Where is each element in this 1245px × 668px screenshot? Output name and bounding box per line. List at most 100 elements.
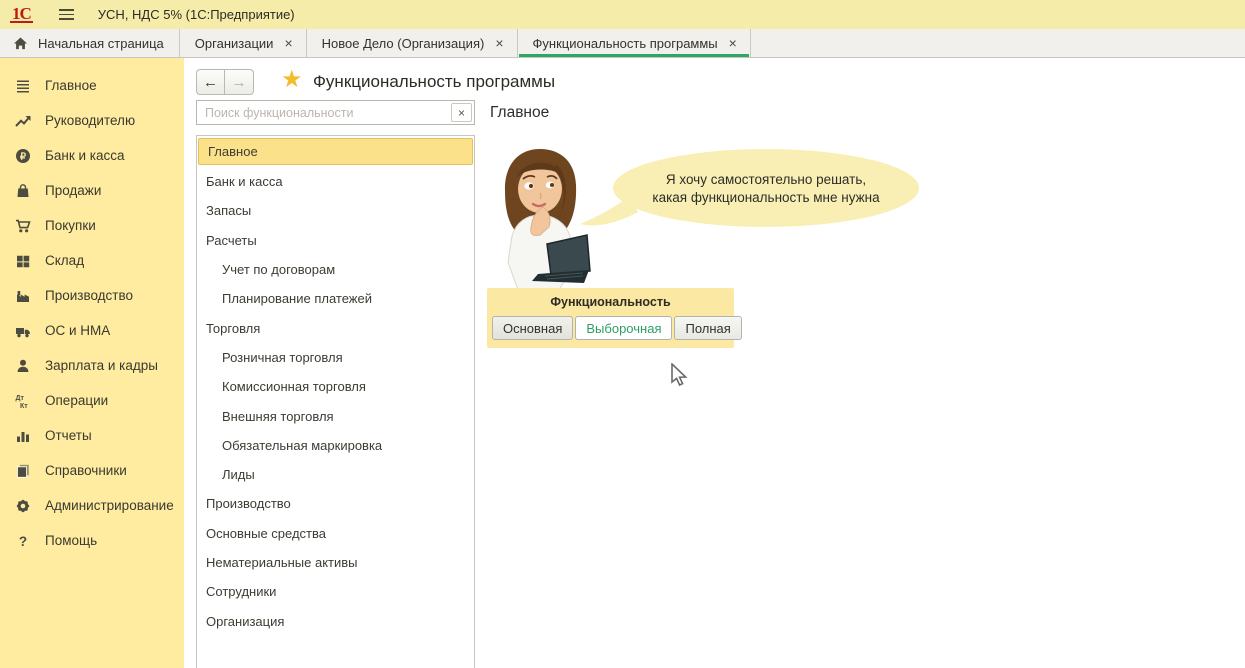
boxes-icon: [13, 253, 32, 269]
1c-logo-icon: 1С: [10, 6, 33, 23]
sidebar-item-directories[interactable]: Справочники: [0, 453, 184, 488]
section-item[interactable]: Расчеты: [197, 226, 474, 255]
section-item-label: Расчеты: [206, 233, 257, 248]
question-icon: ?: [13, 533, 32, 549]
functionality-selective-button[interactable]: Выборочная: [575, 316, 672, 340]
section-item[interactable]: Сотрудники: [197, 577, 474, 606]
functionality-panel-title: Функциональность: [492, 295, 729, 309]
functionality-full-button[interactable]: Полная: [674, 316, 741, 340]
section-item[interactable]: Розничная торговля: [197, 343, 474, 372]
close-icon[interactable]: ×: [495, 36, 503, 50]
menu-icon: [13, 78, 32, 94]
factory-icon: [13, 288, 32, 304]
sidebar-item-main[interactable]: Главное: [0, 68, 184, 103]
svg-text:Дт: Дт: [15, 395, 24, 402]
section-item[interactable]: Запасы: [197, 196, 474, 225]
section-item-label: Нематериальные активы: [206, 555, 358, 570]
app-window: 1С УСН, НДС 5% (1С:Предприятие) Начальна…: [0, 0, 1245, 668]
search-box: ×: [196, 100, 475, 125]
section-item[interactable]: Основные средства: [197, 519, 474, 548]
svg-text:Кт: Кт: [20, 403, 28, 409]
tab-program-functionality[interactable]: Функциональность программы ×: [518, 29, 751, 57]
sidebar-item-manager[interactable]: Руководителю: [0, 103, 184, 138]
svg-text:какая функциональность мне нуж: какая функциональность мне нужна: [652, 190, 880, 205]
functionality-basic-button[interactable]: Основная: [492, 316, 573, 340]
svg-text:Я хочу самостоятельно решать,: Я хочу самостоятельно решать,: [666, 172, 866, 187]
section-item[interactable]: Лиды: [197, 460, 474, 489]
section-item[interactable]: Нематериальные активы: [197, 548, 474, 577]
section-item[interactable]: Внешняя торговля: [197, 401, 474, 430]
section-item-label: Комиссионная торговля: [222, 379, 366, 394]
functionality-options: Основная Выборочная Полная: [492, 316, 729, 340]
section-item[interactable]: Торговля: [197, 313, 474, 342]
sidebar-item-fixed-assets[interactable]: ОС и НМА: [0, 313, 184, 348]
sidebar-item-production[interactable]: Производство: [0, 278, 184, 313]
sidebar-item-label: Справочники: [45, 463, 127, 478]
sidebar-item-administration[interactable]: Администрирование: [0, 488, 184, 523]
back-button[interactable]: ←: [196, 69, 225, 95]
tab-home[interactable]: Начальная страница: [0, 29, 180, 57]
truck-icon: [13, 323, 32, 339]
close-icon[interactable]: ×: [729, 36, 737, 50]
history-nav: ← →: [196, 69, 254, 95]
sidebar-item-label: Руководителю: [45, 113, 135, 128]
section-item[interactable]: Обязательная маркировка: [197, 431, 474, 460]
dtkt-icon: ДтКт: [13, 393, 32, 409]
trend-icon: [13, 113, 32, 129]
forward-button[interactable]: →: [225, 69, 254, 95]
close-icon[interactable]: ×: [284, 36, 292, 50]
bag-icon: [13, 183, 32, 199]
sidebar-item-label: Продажи: [45, 183, 101, 198]
section-item[interactable]: Комиссионная торговля: [197, 372, 474, 401]
ruble-icon: ₽: [13, 148, 32, 164]
section-item-label: Планирование платежей: [222, 291, 372, 306]
section-item[interactable]: Планирование платежей: [197, 284, 474, 313]
section-item[interactable]: Организация: [197, 606, 474, 635]
sidebar-item-operations[interactable]: ДтКт Операции: [0, 383, 184, 418]
tab-label: Новое Дело (Организация): [322, 36, 485, 51]
cart-icon: [13, 218, 32, 234]
sidebar-item-purchases[interactable]: Покупки: [0, 208, 184, 243]
sidebar-item-label: Покупки: [45, 218, 96, 233]
section-item[interactable]: Учет по договорам: [197, 255, 474, 284]
sidebar-item-bank-cash[interactable]: ₽ Банк и касса: [0, 138, 184, 173]
section-item-label: Розничная торговля: [222, 350, 343, 365]
main-sections-sidebar: Главное Руководителю ₽ Банк и касса Прод…: [0, 58, 184, 668]
sidebar-item-sales[interactable]: Продажи: [0, 173, 184, 208]
section-item-label: Торговля: [206, 321, 260, 336]
sidebar-item-label: Главное: [45, 78, 97, 93]
page-title: Функциональность программы: [313, 72, 555, 92]
tab-organizations[interactable]: Организации ×: [180, 29, 307, 57]
sidebar-item-help[interactable]: ? Помощь: [0, 523, 184, 558]
main-menu-icon[interactable]: [59, 9, 74, 19]
gear-icon: [13, 498, 32, 514]
clear-search-icon[interactable]: ×: [451, 103, 472, 122]
search-input[interactable]: [197, 106, 449, 120]
section-item[interactable]: Банк и касса: [197, 167, 474, 196]
tab-bar: Начальная страница Организации × Новое Д…: [0, 29, 1245, 58]
sidebar-item-warehouse[interactable]: Склад: [0, 243, 184, 278]
section-item-label: Запасы: [206, 203, 251, 218]
section-item-label: Сотрудники: [206, 584, 276, 599]
bar-chart-icon: [13, 428, 32, 444]
sidebar-item-label: Зарплата и кадры: [45, 358, 158, 373]
section-item[interactable]: Производство: [197, 489, 474, 518]
tab-new-deal-organization[interactable]: Новое Дело (Организация) ×: [307, 29, 518, 57]
speech-bubble: Я хочу самостоятельно решать, какая функ…: [576, 148, 921, 244]
sidebar-item-label: Производство: [45, 288, 133, 303]
section-item-label: Лиды: [222, 467, 255, 482]
main-content: ← → ★ Функциональность программы × Главн…: [184, 58, 1245, 668]
favorite-star-icon[interactable]: ★: [281, 65, 303, 94]
section-item-label: Обязательная маркировка: [222, 438, 382, 453]
section-item-label: Основные средства: [206, 526, 326, 541]
section-item[interactable]: Главное: [198, 138, 473, 165]
sidebar-item-label: Администрирование: [45, 498, 174, 513]
sidebar-item-reports[interactable]: Отчеты: [0, 418, 184, 453]
tab-label: Организации: [195, 36, 274, 51]
functionality-panel: Функциональность Основная Выборочная Пол…: [487, 288, 734, 348]
sidebar-item-salary-hr[interactable]: Зарплата и кадры: [0, 348, 184, 383]
tab-label: Начальная страница: [38, 36, 164, 51]
sidebar-item-label: Помощь: [45, 533, 97, 548]
sidebar-item-label: Операции: [45, 393, 108, 408]
section-item-label: Банк и касса: [206, 174, 283, 189]
